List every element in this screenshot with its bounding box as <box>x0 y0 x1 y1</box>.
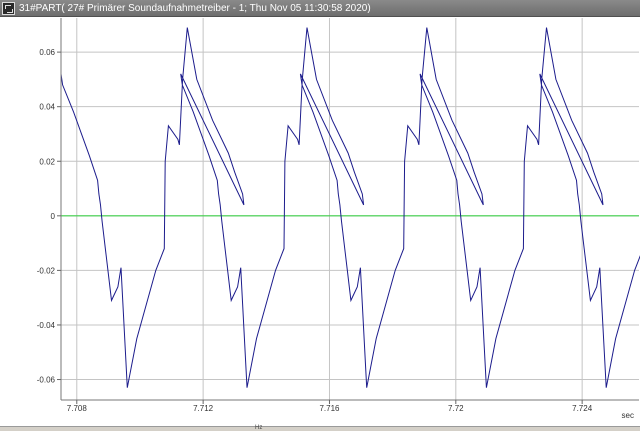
x-tick-label: 7.716 <box>319 404 340 413</box>
statusbar: Hz <box>0 425 640 431</box>
x-tick-label: 7.72 <box>448 404 464 413</box>
plot-area <box>0 17 640 426</box>
x-tick-label: 7.708 <box>67 404 88 413</box>
app-icon[interactable] <box>2 2 15 15</box>
y-tick-label: 0.06 <box>39 48 55 57</box>
x-axis-label: sec <box>622 411 634 420</box>
window-title: 31#PART( 27# Primärer Soundaufnahmetreib… <box>19 3 371 14</box>
y-tick-label: -0.04 <box>37 321 56 330</box>
x-tick-label: 7.712 <box>193 404 214 413</box>
y-tick-label: 0 <box>51 212 56 221</box>
x-tick-label: 7.724 <box>572 404 593 413</box>
y-tick-label: 0.04 <box>39 103 55 112</box>
y-tick-label: -0.06 <box>37 376 56 385</box>
y-tick-label: -0.02 <box>37 266 56 275</box>
y-tick-label: 0.02 <box>39 157 55 166</box>
waveform-chart[interactable]: 0.06 0.04 0.02 0 -0.02 -0.04 -0.06 7.708 7.712 7… <box>0 17 640 426</box>
status-text: Hz <box>255 425 263 431</box>
window-titlebar[interactable]: 31#PART( 27# Primärer Soundaufnahmetreib… <box>0 0 640 17</box>
